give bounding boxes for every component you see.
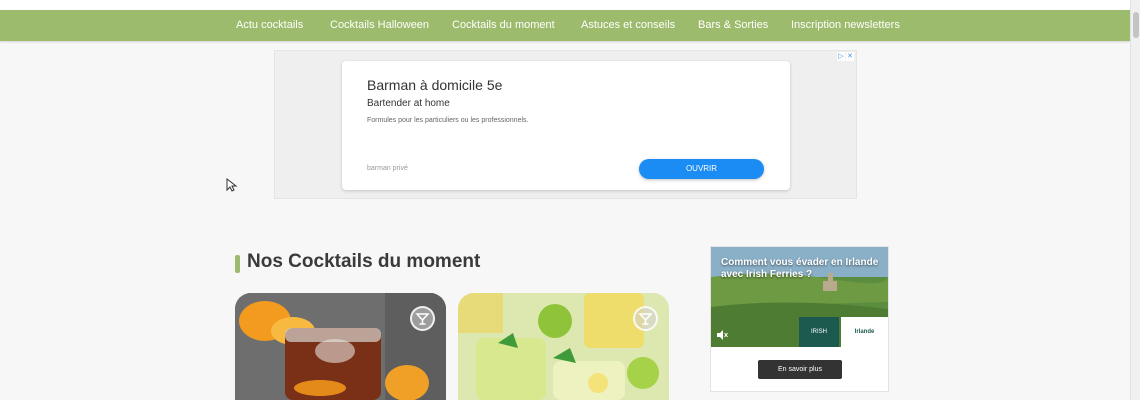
irish-ferries-logo: IRISH FERRIES <box>799 317 839 347</box>
ad-close-icon[interactable]: ✕ <box>846 52 854 61</box>
irlande-logo: Irlande <box>841 317 888 347</box>
ad-description: Formules pour les particuliers ou les pr… <box>367 117 529 124</box>
nav-item-bars-sorties[interactable]: Bars & Sorties <box>698 10 768 41</box>
top-strip <box>0 0 1130 10</box>
side-ad-headline: Comment vous évader en Irlande avec Iris… <box>721 257 879 280</box>
ad-card[interactable]: Barman à domicile 5e Bartender at home F… <box>342 61 790 190</box>
ad-subtitle: Bartender at home <box>367 98 450 109</box>
nav-item-actu-cocktails[interactable]: Actu cocktails <box>236 10 303 41</box>
nav-item-inscription-newsletters[interactable]: Inscription newsletters <box>791 10 900 41</box>
nav-item-cocktails-du-moment[interactable]: Cocktails du moment <box>452 10 555 41</box>
page-scrollbar[interactable] <box>1130 0 1140 400</box>
main-navigation: Actu cocktails Cocktails Halloween Cockt… <box>0 10 1130 41</box>
cocktail-card-2[interactable] <box>458 293 669 400</box>
ad-title[interactable]: Barman à domicile 5e <box>367 77 502 93</box>
top-ad-banner[interactable]: ▷ ✕ Barman à domicile 5e Bartender at ho… <box>274 50 857 199</box>
ad-open-button[interactable]: OUVRIR <box>639 159 764 179</box>
nav-item-astuces-et-conseils[interactable]: Astuces et conseils <box>581 10 675 41</box>
side-ad-irish-ferries[interactable]: Comment vous évader en Irlande avec Iris… <box>710 246 889 392</box>
ad-choices-badge[interactable]: ▷ ✕ <box>837 52 855 61</box>
nav-item-cocktails-halloween[interactable]: Cocktails Halloween <box>330 10 429 41</box>
cocktail-glass-icon[interactable] <box>633 306 658 331</box>
section-title-accent <box>235 255 240 273</box>
section-title: Nos Cocktails du moment <box>247 251 481 272</box>
learn-more-button[interactable]: En savoir plus <box>758 360 842 379</box>
mouse-cursor-icon <box>226 178 238 192</box>
ad-source: barman privé <box>367 165 408 172</box>
cocktail-card-1[interactable] <box>235 293 446 400</box>
mute-icon[interactable] <box>716 329 728 341</box>
scrollbar-thumb[interactable] <box>1133 12 1139 38</box>
ad-info-icon[interactable]: ▷ <box>837 52 845 61</box>
side-ad-image[interactable]: Comment vous évader en Irlande avec Iris… <box>711 247 888 347</box>
cocktail-glass-icon[interactable] <box>410 306 435 331</box>
